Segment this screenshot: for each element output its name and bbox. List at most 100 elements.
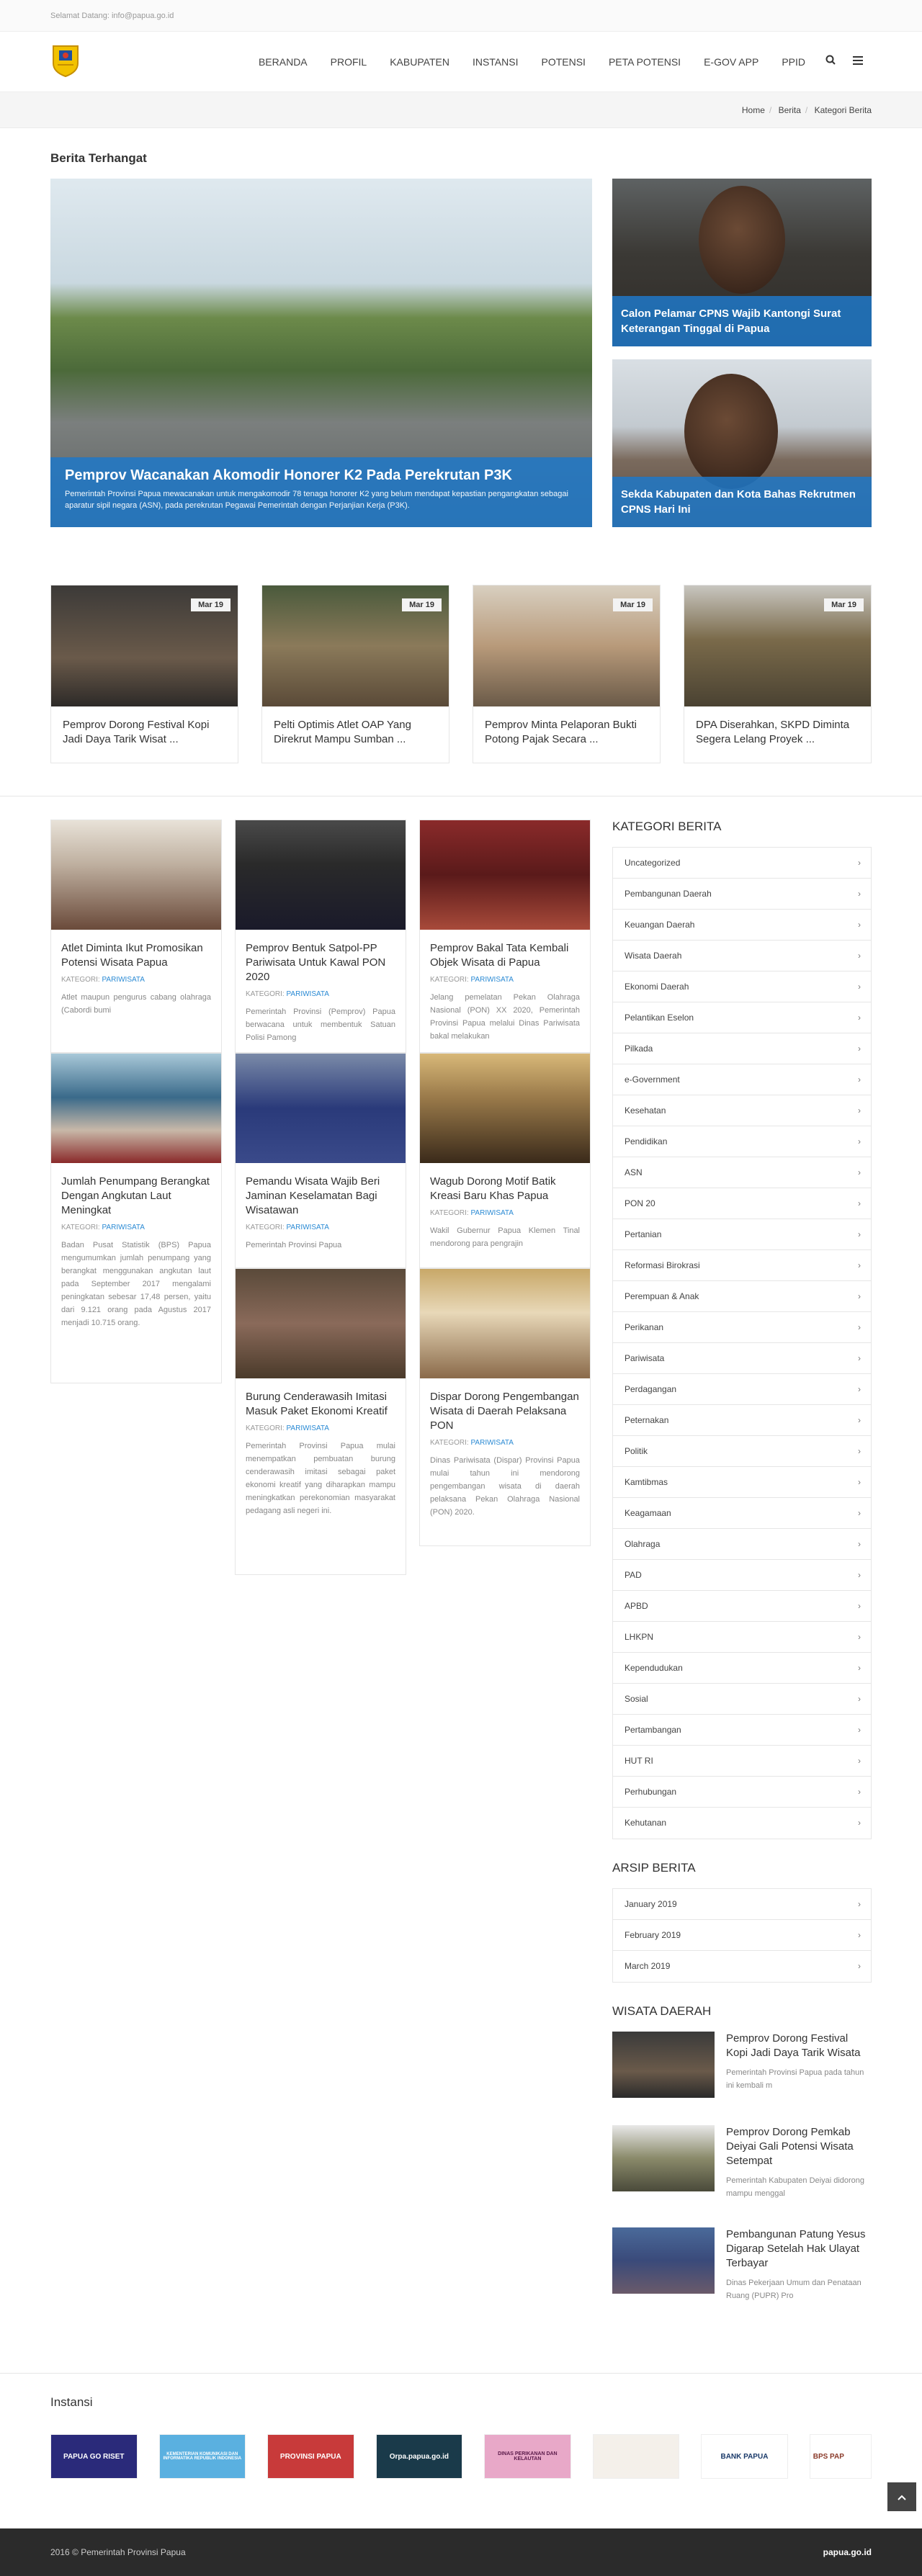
post-title[interactable]: Jumlah Penumpang Berangkat Dengan Angkut… bbox=[61, 1175, 211, 1218]
post-title[interactable]: Pemandu Wisata Wajib Beri Jaminan Kesela… bbox=[246, 1175, 395, 1218]
kategori-item[interactable]: Ekonomi Daerah› bbox=[613, 971, 871, 1002]
featured-side-title-2[interactable]: Sekda Kabupaten dan Kota Bahas Rekrutmen… bbox=[621, 487, 863, 517]
post-card[interactable]: Jumlah Penumpang Berangkat Dengan Angkut… bbox=[50, 1053, 222, 1383]
post-category-link[interactable]: PARIWISATA bbox=[102, 1224, 145, 1231]
arsip-item[interactable]: January 2019› bbox=[613, 1889, 871, 1920]
footer-brand[interactable]: papua.go.id bbox=[823, 2528, 872, 2576]
logo-website-thumb[interactable] bbox=[593, 2434, 680, 2479]
kategori-item[interactable]: Kependudukan› bbox=[613, 1653, 871, 1684]
nav-ppid[interactable]: PPID bbox=[770, 32, 817, 92]
wisata-item[interactable]: Pemprov Dorong Festival Kopi Jadi Daya T… bbox=[612, 2032, 872, 2098]
kategori-item[interactable]: Keagamaan› bbox=[613, 1498, 871, 1529]
kategori-item[interactable]: Perhubungan› bbox=[613, 1777, 871, 1808]
kategori-item[interactable]: Olahraga› bbox=[613, 1529, 871, 1560]
featured-side-story-2[interactable]: Sekda Kabupaten dan Kota Bahas Rekrutmen… bbox=[612, 359, 872, 527]
kategori-item[interactable]: Keuangan Daerah› bbox=[613, 910, 871, 941]
back-to-top-button[interactable] bbox=[887, 2482, 916, 2511]
wisata-item[interactable]: Pembangunan Patung Yesus Digarap Setelah… bbox=[612, 2227, 872, 2302]
kategori-item[interactable]: Pembangunan Daerah› bbox=[613, 879, 871, 910]
kategori-item[interactable]: Pariwisata› bbox=[613, 1343, 871, 1374]
search-icon[interactable] bbox=[817, 32, 844, 92]
featured-side-story-1[interactable]: Calon Pelamar CPNS Wajib Kantongi Surat … bbox=[612, 179, 872, 346]
nav-kabupaten[interactable]: KABUPATEN bbox=[378, 32, 461, 92]
nav-profil[interactable]: PROFIL bbox=[319, 32, 379, 92]
post-category-link[interactable]: PARIWISATA bbox=[287, 1424, 329, 1432]
post-card[interactable]: Atlet Diminta Ikut Promosikan Potensi Wi… bbox=[50, 820, 222, 1053]
arsip-item[interactable]: March 2019› bbox=[613, 1951, 871, 1982]
post-card[interactable]: Wagub Dorong Motif Batik Kreasi Baru Kha… bbox=[419, 1053, 591, 1268]
logo-bank-papua[interactable]: BANK PAPUA bbox=[701, 2434, 788, 2479]
post-card[interactable]: Pemandu Wisata Wajib Beri Jaminan Kesela… bbox=[235, 1053, 406, 1268]
wisata-title[interactable]: Pemprov Dorong Festival Kopi Jadi Daya T… bbox=[726, 2032, 872, 2060]
post-title[interactable]: Pemprov Bentuk Satpol-PP Pariwisata Untu… bbox=[246, 941, 395, 984]
post-card[interactable]: Pemprov Bakal Tata Kembali Objek Wisata … bbox=[419, 820, 591, 1053]
kategori-item[interactable]: Pertambangan› bbox=[613, 1715, 871, 1746]
kategori-item[interactable]: ASN› bbox=[613, 1157, 871, 1188]
featured-main-title[interactable]: Pemprov Wacanakan Akomodir Honorer K2 Pa… bbox=[65, 467, 578, 484]
wisata-title[interactable]: Pemprov Dorong Pemkab Deiyai Gali Potens… bbox=[726, 2125, 872, 2168]
kategori-item[interactable]: Pendidikan› bbox=[613, 1126, 871, 1157]
nav-peta-potensi[interactable]: PETA POTENSI bbox=[597, 32, 692, 92]
kategori-item[interactable]: Kesehatan› bbox=[613, 1095, 871, 1126]
kategori-item[interactable]: Reformasi Birokrasi› bbox=[613, 1250, 871, 1281]
nav-egov-app[interactable]: E-GOV APP bbox=[692, 32, 770, 92]
post-title[interactable]: Pemprov Bakal Tata Kembali Objek Wisata … bbox=[430, 941, 580, 970]
kategori-item[interactable]: Wisata Daerah› bbox=[613, 941, 871, 971]
kategori-item[interactable]: APBD› bbox=[613, 1591, 871, 1622]
logo-provinsi-papua[interactable]: PROVINSI PAPUA bbox=[267, 2434, 354, 2479]
breadcrumb-berita[interactable]: Berita bbox=[779, 105, 801, 115]
arsip-item[interactable]: February 2019› bbox=[613, 1920, 871, 1951]
kategori-item[interactable]: HUT RI› bbox=[613, 1746, 871, 1777]
kategori-item[interactable]: Pelantikan Eselon› bbox=[613, 1002, 871, 1033]
featured-side-title-1[interactable]: Calon Pelamar CPNS Wajib Kantongi Surat … bbox=[621, 306, 863, 336]
kategori-item[interactable]: Sosial› bbox=[613, 1684, 871, 1715]
post-category-link[interactable]: PARIWISATA bbox=[287, 990, 329, 998]
post-category-link[interactable]: PARIWISATA bbox=[471, 1209, 514, 1217]
featured-main-story[interactable]: Pemprov Wacanakan Akomodir Honorer K2 Pa… bbox=[50, 179, 592, 527]
news-card[interactable]: Mar 19 Pemprov Dorong Festival Kopi Jadi… bbox=[50, 585, 238, 763]
kategori-item[interactable]: e-Government› bbox=[613, 1064, 871, 1095]
wisata-title[interactable]: Pembangunan Patung Yesus Digarap Setelah… bbox=[726, 2227, 872, 2271]
nav-potensi[interactable]: POTENSI bbox=[529, 32, 596, 92]
logo-kominfo[interactable]: KEMENTERIAN KOMUNIKASI DAN INFORMATIKA R… bbox=[159, 2434, 246, 2479]
post-category-link[interactable]: PARIWISATA bbox=[102, 976, 145, 984]
logo-papua-go-riset[interactable]: PAPUA GO RISET bbox=[50, 2434, 138, 2479]
post-category-link[interactable]: PARIWISATA bbox=[287, 1224, 329, 1231]
kategori-item[interactable]: Pilkada› bbox=[613, 1033, 871, 1064]
news-card[interactable]: Mar 19 Pelti Optimis Atlet OAP Yang Dire… bbox=[261, 585, 449, 763]
list-icon[interactable] bbox=[844, 32, 872, 92]
post-title[interactable]: Atlet Diminta Ikut Promosikan Potensi Wi… bbox=[61, 941, 211, 970]
post-card[interactable]: Dispar Dorong Pengembangan Wisata di Dae… bbox=[419, 1268, 591, 1546]
news-card[interactable]: Mar 19 DPA Diserahkan, SKPD Diminta Sege… bbox=[684, 585, 872, 763]
post-title[interactable]: Wagub Dorong Motif Batik Kreasi Baru Kha… bbox=[430, 1175, 580, 1203]
papua-logo[interactable] bbox=[50, 43, 81, 78]
kategori-item[interactable]: PON 20› bbox=[613, 1188, 871, 1219]
kategori-item[interactable]: Perikanan› bbox=[613, 1312, 871, 1343]
post-title[interactable]: Dispar Dorong Pengembangan Wisata di Dae… bbox=[430, 1390, 580, 1433]
news-card-title[interactable]: DPA Diserahkan, SKPD Diminta Segera Lela… bbox=[684, 706, 871, 763]
post-title[interactable]: Burung Cenderawasih Imitasi Masuk Paket … bbox=[246, 1390, 395, 1419]
news-card-title[interactable]: Pemprov Minta Pelaporan Bukti Potong Paj… bbox=[473, 706, 660, 763]
logo-orpa[interactable]: Orpa.papua.go.id bbox=[376, 2434, 463, 2479]
news-card-title[interactable]: Pelti Optimis Atlet OAP Yang Direkrut Ma… bbox=[262, 706, 449, 763]
kategori-item[interactable]: Uncategorized› bbox=[613, 848, 871, 879]
kategori-item[interactable]: PAD› bbox=[613, 1560, 871, 1591]
kategori-item[interactable]: Peternakan› bbox=[613, 1405, 871, 1436]
kategori-item[interactable]: LHKPN› bbox=[613, 1622, 871, 1653]
wisata-item[interactable]: Pemprov Dorong Pemkab Deiyai Gali Potens… bbox=[612, 2125, 872, 2200]
kategori-item[interactable]: Perdagangan› bbox=[613, 1374, 871, 1405]
nav-beranda[interactable]: BERANDA bbox=[247, 32, 319, 92]
breadcrumb-home[interactable]: Home bbox=[742, 105, 765, 115]
nav-instansi[interactable]: INSTANSI bbox=[461, 32, 530, 92]
logo-dinas-perikanan[interactable]: DINAS PERIKANAN DAN KELAUTAN bbox=[484, 2434, 571, 2479]
news-card-title[interactable]: Pemprov Dorong Festival Kopi Jadi Daya T… bbox=[51, 706, 238, 763]
news-card[interactable]: Mar 19 Pemprov Minta Pelaporan Bukti Pot… bbox=[473, 585, 661, 763]
logo-bps-papua[interactable]: BPS PAP bbox=[810, 2434, 872, 2479]
kategori-item[interactable]: Politik› bbox=[613, 1436, 871, 1467]
kategori-item[interactable]: Perempuan & Anak› bbox=[613, 1281, 871, 1312]
kategori-item[interactable]: Pertanian› bbox=[613, 1219, 871, 1250]
post-card[interactable]: Pemprov Bentuk Satpol-PP Pariwisata Untu… bbox=[235, 820, 406, 1053]
post-card[interactable]: Burung Cenderawasih Imitasi Masuk Paket … bbox=[235, 1268, 406, 1575]
kategori-item[interactable]: Kehutanan› bbox=[613, 1808, 871, 1839]
kategori-item[interactable]: Kamtibmas› bbox=[613, 1467, 871, 1498]
